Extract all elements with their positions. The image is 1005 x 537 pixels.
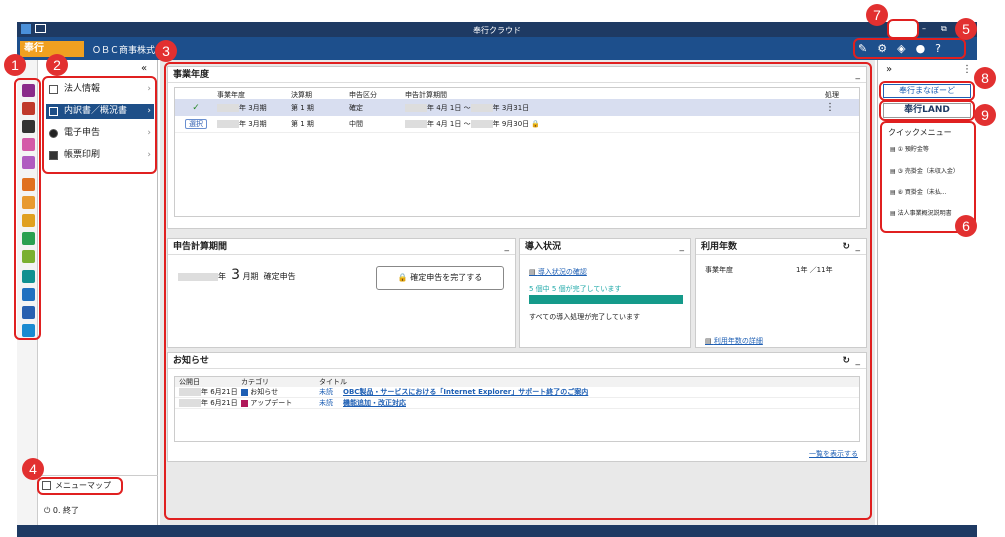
annotation-box xyxy=(853,38,966,59)
status-bar xyxy=(17,525,977,537)
exit-button[interactable]: ⏻ 0. 終了 xyxy=(44,505,79,516)
callout-badge: 3 xyxy=(155,40,177,62)
callout-badge: 1 xyxy=(4,54,26,76)
annotation-box xyxy=(37,477,123,495)
power-icon: ⏻ xyxy=(44,506,53,515)
callout-badge: 5 xyxy=(955,18,977,40)
callout-badge: 2 xyxy=(46,54,68,76)
collapse-left-button[interactable]: « xyxy=(141,63,147,74)
callout-badge: 6 xyxy=(955,215,977,237)
annotation-box xyxy=(42,76,157,174)
minimize-button[interactable]: – xyxy=(922,24,926,33)
more-menu-icon[interactable]: ⋮ xyxy=(962,64,972,75)
annotation-box xyxy=(879,81,975,101)
annotation-box xyxy=(887,19,919,39)
annotation-box xyxy=(879,100,975,121)
window-icon xyxy=(35,24,46,33)
callout-badge: 8 xyxy=(974,67,996,89)
app-icon xyxy=(21,24,31,34)
callout-badge: 4 xyxy=(22,458,44,480)
window-title: 奉行クラウド xyxy=(473,26,521,35)
restore-button[interactable]: ⧉ xyxy=(941,24,947,34)
callout-badge: 7 xyxy=(866,4,888,26)
annotation-box xyxy=(14,78,41,340)
annotation-box xyxy=(164,62,872,520)
callout-badge: 9 xyxy=(974,104,996,126)
collapse-right-button[interactable]: » xyxy=(886,64,892,75)
window-titlebar: 奉行クラウド – ⧉ xyxy=(17,22,977,37)
company-name[interactable]: ＯＢＣ商事株式 xyxy=(92,43,155,56)
